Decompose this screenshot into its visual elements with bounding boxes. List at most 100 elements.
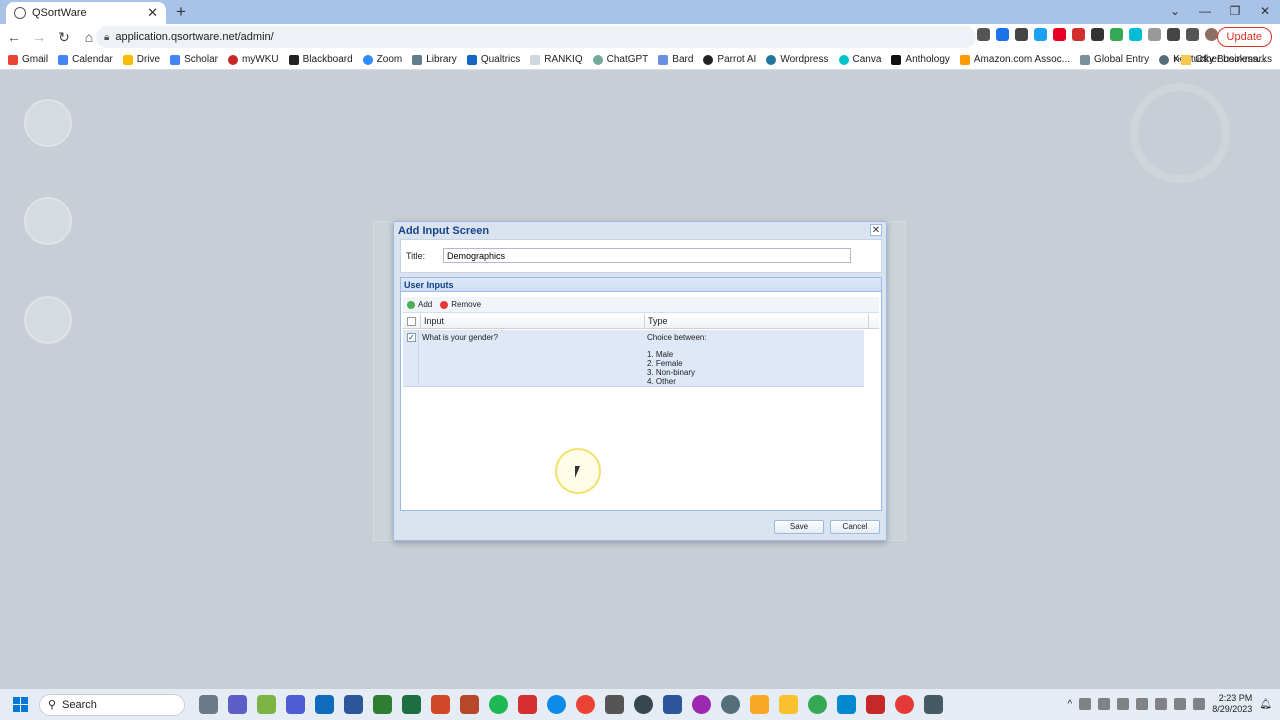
battery-icon[interactable] <box>1193 698 1206 710</box>
minimize-icon[interactable]: — <box>1190 0 1220 24</box>
word-icon[interactable] <box>663 695 682 714</box>
extension-icon[interactable] <box>1072 28 1085 41</box>
display-icon[interactable] <box>1136 698 1149 710</box>
app-icon[interactable] <box>895 695 914 714</box>
app-icon[interactable] <box>866 695 885 714</box>
bookmark-anthology[interactable]: Anthology <box>891 54 950 65</box>
excel-icon[interactable] <box>402 695 421 714</box>
start-button[interactable] <box>5 690 35 720</box>
bookmark-scholar[interactable]: Scholar <box>170 54 218 65</box>
taskbar-search[interactable]: ⚲ Search <box>39 693 185 716</box>
extension-icon[interactable] <box>1129 28 1142 41</box>
onedrive-icon[interactable] <box>1079 698 1092 710</box>
bookmark-chatgpt[interactable]: ChatGPT <box>592 54 648 65</box>
lock-icon[interactable]: 🔒︎ <box>104 32 109 43</box>
teams-icon[interactable] <box>228 695 247 714</box>
bookmark-mywku[interactable]: myWKU <box>227 54 279 65</box>
amazon-icon <box>959 54 970 65</box>
bookmark-calendar[interactable]: Calendar <box>58 54 113 65</box>
close-icon[interactable]: ✕ <box>870 224 882 236</box>
bookmark-qualtrics[interactable]: Qualtrics <box>466 54 520 65</box>
app-icon[interactable] <box>924 695 943 714</box>
forward-icon[interactable]: → <box>28 29 50 45</box>
bookmark-star-icon[interactable] <box>996 28 1009 41</box>
bookmarks-overflow-icon[interactable]: » <box>1174 53 1180 65</box>
app-icon[interactable] <box>460 695 479 714</box>
edge-icon[interactable] <box>547 695 566 714</box>
other-bookmarks[interactable]: Other bookmarks <box>1181 54 1272 65</box>
bookmark-drive[interactable]: Drive <box>122 54 160 65</box>
app-icon[interactable] <box>344 695 363 714</box>
app-icon[interactable] <box>1098 698 1111 710</box>
url-text[interactable]: application.qsortware.net/admin/ <box>115 31 273 43</box>
clock[interactable]: 2:23 PM 8/29/2023 <box>1212 693 1252 715</box>
row-checkbox[interactable]: ✓ <box>407 333 416 342</box>
table-row[interactable]: ✓ What is your gender? Choice between: 1… <box>403 330 864 387</box>
app-icon[interactable] <box>605 695 624 714</box>
bookmark-amazon[interactable]: Amazon.com Assoc... <box>959 54 1070 65</box>
pinterest-icon[interactable] <box>1053 28 1066 41</box>
close-window-icon[interactable]: ✕ <box>1250 0 1280 24</box>
column-header-type[interactable]: Type <box>644 314 869 329</box>
spotify-icon[interactable] <box>489 695 508 714</box>
app-icon[interactable] <box>634 695 653 714</box>
back-icon[interactable]: ← <box>3 29 25 45</box>
bookmark-parrot-ai[interactable]: Parrot AI <box>703 54 756 65</box>
chrome-icon[interactable] <box>808 695 827 714</box>
title-input[interactable] <box>443 248 851 263</box>
share-icon[interactable] <box>977 28 990 41</box>
bookmark-rankiq[interactable]: RANKIQ <box>530 54 583 65</box>
tab-search-icon[interactable]: ⌄ <box>1160 0 1190 24</box>
save-button[interactable]: Save <box>774 520 824 534</box>
kentucky-business-icon <box>1159 54 1170 65</box>
outlook-icon[interactable] <box>315 695 334 714</box>
extension-icon[interactable] <box>1015 28 1028 41</box>
acrobat-icon[interactable] <box>518 695 537 714</box>
select-all-checkbox[interactable] <box>407 317 416 326</box>
extension-icon[interactable] <box>1034 28 1047 41</box>
show-hidden-icons-icon[interactable]: ^ <box>1068 699 1073 710</box>
puzzle-icon[interactable] <box>1167 28 1180 41</box>
restore-icon[interactable]: ❐ <box>1220 0 1250 24</box>
side-panel-icon[interactable] <box>1186 28 1199 41</box>
app-icon[interactable] <box>750 695 769 714</box>
title-form: Title: <box>400 239 882 273</box>
volume-icon[interactable] <box>1174 698 1187 710</box>
add-button[interactable]: Add <box>407 300 432 309</box>
reload-icon[interactable]: ↻ <box>53 29 75 46</box>
task-view-icon[interactable] <box>199 695 218 714</box>
bookmark-bard[interactable]: Bard <box>658 54 693 65</box>
close-tab-icon[interactable]: ✕ <box>147 5 158 21</box>
type-cell: Choice between: 1. Male 2. Female 3. Non… <box>647 333 862 386</box>
app-icon[interactable] <box>692 695 711 714</box>
cancel-button[interactable]: Cancel <box>830 520 880 534</box>
update-button[interactable]: Update <box>1216 27 1272 47</box>
new-tab-icon[interactable]: + <box>172 2 190 22</box>
wifi-icon[interactable] <box>1155 698 1168 710</box>
bookmark-zoom[interactable]: Zoom <box>362 54 402 65</box>
bookmark-canva[interactable]: Canva <box>838 54 881 65</box>
browser-tab[interactable]: QSortWare ✕ <box>6 2 166 24</box>
chrome-icon[interactable] <box>576 695 595 714</box>
extension-icon[interactable] <box>1091 28 1104 41</box>
bookmark-gmail[interactable]: Gmail <box>8 54 48 65</box>
app-icon[interactable] <box>837 695 856 714</box>
microphone-icon[interactable] <box>1117 698 1130 710</box>
file-explorer-icon[interactable] <box>779 695 798 714</box>
bookmark-blackboard[interactable]: Blackboard <box>288 54 353 65</box>
extension-icon[interactable] <box>1110 28 1123 41</box>
app-icon[interactable] <box>373 695 392 714</box>
column-header-input[interactable]: Input <box>420 314 644 329</box>
bookmark-library[interactable]: Library <box>412 54 457 65</box>
notification-icon[interactable]: 🔔︎ <box>1259 699 1272 710</box>
bookmark-wordpress[interactable]: Wordpress <box>766 54 829 65</box>
address-bar[interactable]: 🔒︎ application.qsortware.net/admin/ <box>96 26 976 48</box>
powerpoint-icon[interactable] <box>431 695 450 714</box>
app-icon[interactable] <box>257 695 276 714</box>
profile-avatar-icon[interactable] <box>1205 28 1218 41</box>
app-icon[interactable] <box>286 695 305 714</box>
app-icon[interactable] <box>721 695 740 714</box>
extension-icon[interactable] <box>1148 28 1161 41</box>
bookmark-global-entry[interactable]: Global Entry <box>1080 54 1149 65</box>
remove-button[interactable]: Remove <box>440 300 481 309</box>
